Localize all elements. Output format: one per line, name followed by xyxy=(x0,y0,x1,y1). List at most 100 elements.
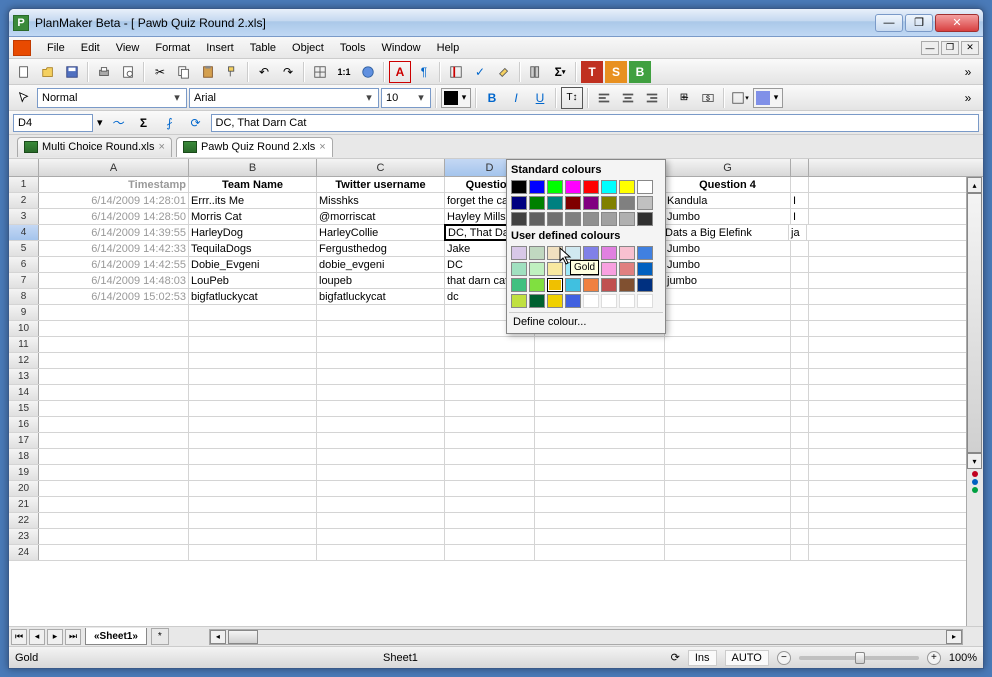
color-swatch-empty[interactable] xyxy=(601,294,617,308)
cell[interactable]: Jumbo xyxy=(665,257,791,272)
cell[interactable] xyxy=(445,401,535,416)
color-swatch[interactable] xyxy=(583,196,599,210)
autofit-button[interactable]: 1:1 xyxy=(333,61,355,83)
chevron-down-icon[interactable]: ▾ xyxy=(414,91,428,104)
color-swatch[interactable] xyxy=(547,262,563,276)
vertical-scrollbar[interactable]: ▴ ▾ xyxy=(966,177,983,626)
row-header[interactable]: 21 xyxy=(9,497,39,512)
cell[interactable]: bigfatluckycat xyxy=(189,289,317,304)
align-center-button[interactable] xyxy=(617,87,639,109)
scroll-right-button[interactable]: ▸ xyxy=(946,630,962,644)
minimize-button[interactable]: — xyxy=(875,14,903,32)
row-header[interactable]: 12 xyxy=(9,353,39,368)
cell[interactable] xyxy=(317,417,445,432)
row-header[interactable]: 2 xyxy=(9,193,39,208)
doc-tab-1[interactable]: Multi Choice Round.xls× xyxy=(17,137,172,157)
color-swatch[interactable] xyxy=(511,262,527,276)
zoom-out-button[interactable]: − xyxy=(777,651,791,665)
color-swatch[interactable] xyxy=(619,246,635,260)
color-swatch[interactable] xyxy=(529,262,545,276)
cell[interactable] xyxy=(39,529,189,544)
cell[interactable]: Dats a Big Elefink xyxy=(663,225,789,240)
cell[interactable] xyxy=(665,545,791,560)
select-mode-button[interactable] xyxy=(13,87,35,109)
cell[interactable] xyxy=(39,401,189,416)
row-header[interactable]: 19 xyxy=(9,465,39,480)
cell[interactable] xyxy=(39,513,189,528)
cell[interactable] xyxy=(189,545,317,560)
cell[interactable] xyxy=(791,401,809,416)
row-header[interactable]: 9 xyxy=(9,305,39,320)
fontsize-combo[interactable]: 10▾ xyxy=(381,88,431,108)
menu-tools[interactable]: Tools xyxy=(332,40,374,56)
color-swatch[interactable] xyxy=(511,294,527,308)
cell[interactable] xyxy=(39,305,189,320)
cell[interactable] xyxy=(189,353,317,368)
zoom-in-button[interactable]: + xyxy=(927,651,941,665)
cell[interactable] xyxy=(445,465,535,480)
cell[interactable] xyxy=(535,337,665,352)
cell[interactable] xyxy=(317,337,445,352)
col-header-A[interactable]: A xyxy=(39,159,189,176)
cell[interactable] xyxy=(39,353,189,368)
mdi-close-button[interactable]: ✕ xyxy=(961,41,979,55)
cell[interactable]: Dobie_Evgeni xyxy=(189,257,317,272)
cell[interactable] xyxy=(665,385,791,400)
cell[interactable] xyxy=(535,513,665,528)
mdi-minimize-button[interactable]: — xyxy=(921,41,939,55)
scroll-up-button[interactable]: ▴ xyxy=(967,177,982,193)
cell[interactable] xyxy=(665,401,791,416)
align-right-button[interactable] xyxy=(641,87,663,109)
new-button[interactable] xyxy=(13,61,35,83)
cell[interactable]: I xyxy=(791,209,809,224)
cell[interactable] xyxy=(317,305,445,320)
cell[interactable] xyxy=(39,417,189,432)
cell[interactable] xyxy=(791,177,809,192)
color-swatch[interactable] xyxy=(619,212,635,226)
cut-button[interactable]: ✂ xyxy=(149,61,171,83)
row-header[interactable]: 16 xyxy=(9,417,39,432)
color-swatch[interactable] xyxy=(547,212,563,226)
cell[interactable] xyxy=(791,321,809,336)
cell[interactable] xyxy=(189,449,317,464)
menu-insert[interactable]: Insert xyxy=(198,40,242,56)
cell[interactable] xyxy=(791,497,809,512)
cell[interactable] xyxy=(665,369,791,384)
cell[interactable] xyxy=(317,401,445,416)
row-header[interactable]: 6 xyxy=(9,257,39,272)
color-swatch[interactable] xyxy=(637,278,653,292)
color-swatch-empty[interactable] xyxy=(619,294,635,308)
cell[interactable] xyxy=(791,449,809,464)
hyperlink-button[interactable] xyxy=(357,61,379,83)
cell[interactable] xyxy=(665,353,791,368)
color-swatch[interactable] xyxy=(511,246,527,260)
color-swatch[interactable] xyxy=(637,180,653,194)
cell[interactable]: Team Name xyxy=(189,177,317,192)
cell[interactable] xyxy=(535,497,665,512)
color-swatch[interactable] xyxy=(601,262,617,276)
cell[interactable]: Twitter username xyxy=(317,177,445,192)
sheet-nav-prev[interactable]: ◂ xyxy=(29,629,45,645)
menu-file[interactable]: File xyxy=(39,40,73,56)
fill-color-button[interactable]: ▾ xyxy=(753,88,783,108)
cell[interactable] xyxy=(665,433,791,448)
color-swatch[interactable] xyxy=(529,294,545,308)
cell[interactable] xyxy=(535,401,665,416)
menu-edit[interactable]: Edit xyxy=(73,40,108,56)
print-preview-button[interactable] xyxy=(117,61,139,83)
cell[interactable] xyxy=(665,337,791,352)
cell[interactable] xyxy=(665,465,791,480)
col-header-H[interactable] xyxy=(791,159,809,176)
cell[interactable] xyxy=(535,417,665,432)
cell[interactable] xyxy=(791,241,809,256)
cell[interactable] xyxy=(317,353,445,368)
cell[interactable] xyxy=(445,545,535,560)
cell[interactable] xyxy=(665,305,791,320)
shade-color-button[interactable]: S xyxy=(605,61,627,83)
cellref-dropdown[interactable]: ▾ xyxy=(97,116,103,129)
cell[interactable]: HarleyDog xyxy=(189,225,317,240)
menu-object[interactable]: Object xyxy=(284,40,332,56)
color-swatch[interactable] xyxy=(583,246,599,260)
color-swatch[interactable] xyxy=(529,246,545,260)
cell[interactable] xyxy=(535,353,665,368)
